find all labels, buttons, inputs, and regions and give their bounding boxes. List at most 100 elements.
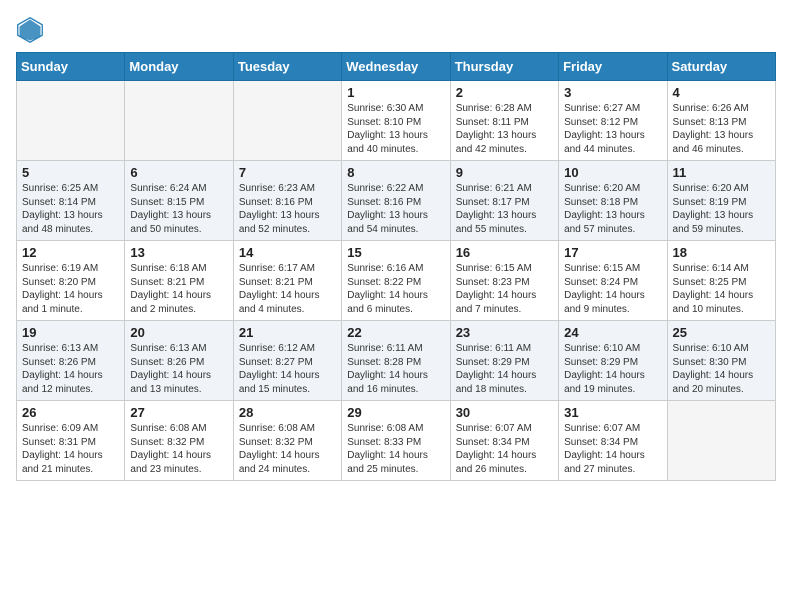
weekday-header-saturday: Saturday	[667, 53, 775, 81]
calendar-cell: 7 Sunrise: 6:23 AM Sunset: 8:16 PM Daylig…	[233, 161, 341, 241]
calendar-cell: 3 Sunrise: 6:27 AM Sunset: 8:12 PM Daylig…	[559, 81, 667, 161]
day-number: 27	[130, 405, 227, 420]
calendar-cell: 6 Sunrise: 6:24 AM Sunset: 8:15 PM Daylig…	[125, 161, 233, 241]
calendar-cell: 14Sunrise: 6:17 AM Sunset: 8:21 PM Dayli…	[233, 241, 341, 321]
calendar-cell: 25 Sunrise: 6:10 AM Sunset: 8:30 PM Dayli…	[667, 321, 775, 401]
calendar-cell: 13Sunrise: 6:18 AM Sunset: 8:21 PM Dayli…	[125, 241, 233, 321]
day-number: 11	[673, 165, 770, 180]
calendar-cell: 26 Sunrise: 6:09 AM Sunset: 8:31 PM Dayli…	[17, 401, 125, 481]
day-number: 1	[347, 85, 444, 100]
day-info: Sunrise: 6:26 AM Sunset: 8:13 PM Dayligh…	[673, 102, 770, 156]
day-number: 12	[22, 245, 119, 260]
day-number: 29	[347, 405, 444, 420]
day-info: Sunrise: 6:20 AM Sunset: 8:19 PM Dayligh…	[673, 182, 770, 236]
day-number: 30	[456, 405, 553, 420]
day-number: 19	[22, 325, 119, 340]
day-number: 8	[347, 165, 444, 180]
calendar-cell: 19 Sunrise: 6:13 AM Sunset: 8:26 PM Dayli…	[17, 321, 125, 401]
day-info: Sunrise: 6:09 AM Sunset: 8:31 PM Dayligh…	[22, 422, 119, 476]
logo-icon	[16, 16, 44, 44]
day-number: 20	[130, 325, 227, 340]
calendar-week-3: 12Sunrise: 6:19 AM Sunset: 8:20 PM Dayli…	[17, 241, 776, 321]
day-number: 9	[456, 165, 553, 180]
day-number: 23	[456, 325, 553, 340]
calendar-cell	[17, 81, 125, 161]
day-info: Sunrise: 6:22 AM Sunset: 8:16 PM Dayligh…	[347, 182, 444, 236]
day-info: Sunrise: 6:20 AM Sunset: 8:18 PM Dayligh…	[564, 182, 661, 236]
calendar-cell: 29 Sunrise: 6:08 AM Sunset: 8:33 PM Dayli…	[342, 401, 450, 481]
weekday-header-monday: Monday	[125, 53, 233, 81]
calendar-cell: 27 Sunrise: 6:08 AM Sunset: 8:32 PM Dayli…	[125, 401, 233, 481]
day-number: 26	[22, 405, 119, 420]
calendar-cell: 1 Sunrise: 6:30 AM Sunset: 8:10 PM Daylig…	[342, 81, 450, 161]
day-info: Sunrise: 6:15 AM Sunset: 8:23 PM Dayligh…	[456, 262, 553, 316]
day-info: Sunrise: 6:11 AM Sunset: 8:29 PM Dayligh…	[456, 342, 553, 396]
calendar-cell: 20 Sunrise: 6:13 AM Sunset: 8:26 PM Dayli…	[125, 321, 233, 401]
logo	[16, 16, 48, 44]
day-number: 24	[564, 325, 661, 340]
day-info: Sunrise: 6:18 AM Sunset: 8:21 PM Dayligh…	[130, 262, 227, 316]
day-info: Sunrise: 6:30 AM Sunset: 8:10 PM Dayligh…	[347, 102, 444, 156]
weekday-header-wednesday: Wednesday	[342, 53, 450, 81]
calendar-cell: 11 Sunrise: 6:20 AM Sunset: 8:19 PM Dayli…	[667, 161, 775, 241]
day-info: Sunrise: 6:21 AM Sunset: 8:17 PM Dayligh…	[456, 182, 553, 236]
calendar-cell: 17Sunrise: 6:15 AM Sunset: 8:24 PM Dayli…	[559, 241, 667, 321]
day-number: 31	[564, 405, 661, 420]
day-number: 17	[564, 245, 661, 260]
day-info: Sunrise: 6:25 AM Sunset: 8:14 PM Dayligh…	[22, 182, 119, 236]
day-info: Sunrise: 6:16 AM Sunset: 8:22 PM Dayligh…	[347, 262, 444, 316]
calendar-cell: 31 Sunrise: 6:07 AM Sunset: 8:34 PM Dayli…	[559, 401, 667, 481]
day-info: Sunrise: 6:13 AM Sunset: 8:26 PM Dayligh…	[130, 342, 227, 396]
day-number: 7	[239, 165, 336, 180]
day-number: 22	[347, 325, 444, 340]
day-info: Sunrise: 6:24 AM Sunset: 8:15 PM Dayligh…	[130, 182, 227, 236]
day-info: Sunrise: 6:07 AM Sunset: 8:34 PM Dayligh…	[564, 422, 661, 476]
calendar-cell	[667, 401, 775, 481]
calendar-cell	[125, 81, 233, 161]
day-info: Sunrise: 6:13 AM Sunset: 8:26 PM Dayligh…	[22, 342, 119, 396]
calendar-cell: 24 Sunrise: 6:10 AM Sunset: 8:29 PM Dayli…	[559, 321, 667, 401]
day-number: 4	[673, 85, 770, 100]
calendar-cell: 21 Sunrise: 6:12 AM Sunset: 8:27 PM Dayli…	[233, 321, 341, 401]
calendar-cell: 23 Sunrise: 6:11 AM Sunset: 8:29 PM Dayli…	[450, 321, 558, 401]
day-info: Sunrise: 6:10 AM Sunset: 8:30 PM Dayligh…	[673, 342, 770, 396]
calendar-table: SundayMondayTuesdayWednesdayThursdayFrid…	[16, 52, 776, 481]
day-info: Sunrise: 6:08 AM Sunset: 8:32 PM Dayligh…	[130, 422, 227, 476]
day-info: Sunrise: 6:10 AM Sunset: 8:29 PM Dayligh…	[564, 342, 661, 396]
day-info: Sunrise: 6:11 AM Sunset: 8:28 PM Dayligh…	[347, 342, 444, 396]
day-number: 14	[239, 245, 336, 260]
calendar-cell: 16 Sunrise: 6:15 AM Sunset: 8:23 PM Dayli…	[450, 241, 558, 321]
calendar-cell: 2Sunrise: 6:28 AM Sunset: 8:11 PM Daylig…	[450, 81, 558, 161]
day-number: 3	[564, 85, 661, 100]
day-number: 21	[239, 325, 336, 340]
calendar-cell	[233, 81, 341, 161]
weekday-header-friday: Friday	[559, 53, 667, 81]
weekday-header-tuesday: Tuesday	[233, 53, 341, 81]
calendar-header-row: SundayMondayTuesdayWednesdayThursdayFrid…	[17, 53, 776, 81]
calendar-cell: 12Sunrise: 6:19 AM Sunset: 8:20 PM Dayli…	[17, 241, 125, 321]
calendar-cell: 4 Sunrise: 6:26 AM Sunset: 8:13 PM Daylig…	[667, 81, 775, 161]
day-number: 2	[456, 85, 553, 100]
day-number: 5	[22, 165, 119, 180]
calendar-cell: 5 Sunrise: 6:25 AM Sunset: 8:14 PM Daylig…	[17, 161, 125, 241]
calendar-cell: 9 Sunrise: 6:21 AM Sunset: 8:17 PM Daylig…	[450, 161, 558, 241]
day-info: Sunrise: 6:27 AM Sunset: 8:12 PM Dayligh…	[564, 102, 661, 156]
calendar-cell: 8 Sunrise: 6:22 AM Sunset: 8:16 PM Daylig…	[342, 161, 450, 241]
day-number: 10	[564, 165, 661, 180]
day-number: 6	[130, 165, 227, 180]
day-info: Sunrise: 6:12 AM Sunset: 8:27 PM Dayligh…	[239, 342, 336, 396]
calendar-cell: 10 Sunrise: 6:20 AM Sunset: 8:18 PM Dayli…	[559, 161, 667, 241]
day-number: 15	[347, 245, 444, 260]
day-info: Sunrise: 6:07 AM Sunset: 8:34 PM Dayligh…	[456, 422, 553, 476]
day-number: 25	[673, 325, 770, 340]
calendar-cell: 18Sunrise: 6:14 AM Sunset: 8:25 PM Dayli…	[667, 241, 775, 321]
calendar-week-5: 26 Sunrise: 6:09 AM Sunset: 8:31 PM Dayli…	[17, 401, 776, 481]
calendar-cell: 15 Sunrise: 6:16 AM Sunset: 8:22 PM Dayli…	[342, 241, 450, 321]
calendar-week-2: 5 Sunrise: 6:25 AM Sunset: 8:14 PM Daylig…	[17, 161, 776, 241]
day-info: Sunrise: 6:23 AM Sunset: 8:16 PM Dayligh…	[239, 182, 336, 236]
day-number: 18	[673, 245, 770, 260]
calendar-cell: 22 Sunrise: 6:11 AM Sunset: 8:28 PM Dayli…	[342, 321, 450, 401]
day-number: 28	[239, 405, 336, 420]
day-number: 16	[456, 245, 553, 260]
day-info: Sunrise: 6:08 AM Sunset: 8:33 PM Dayligh…	[347, 422, 444, 476]
